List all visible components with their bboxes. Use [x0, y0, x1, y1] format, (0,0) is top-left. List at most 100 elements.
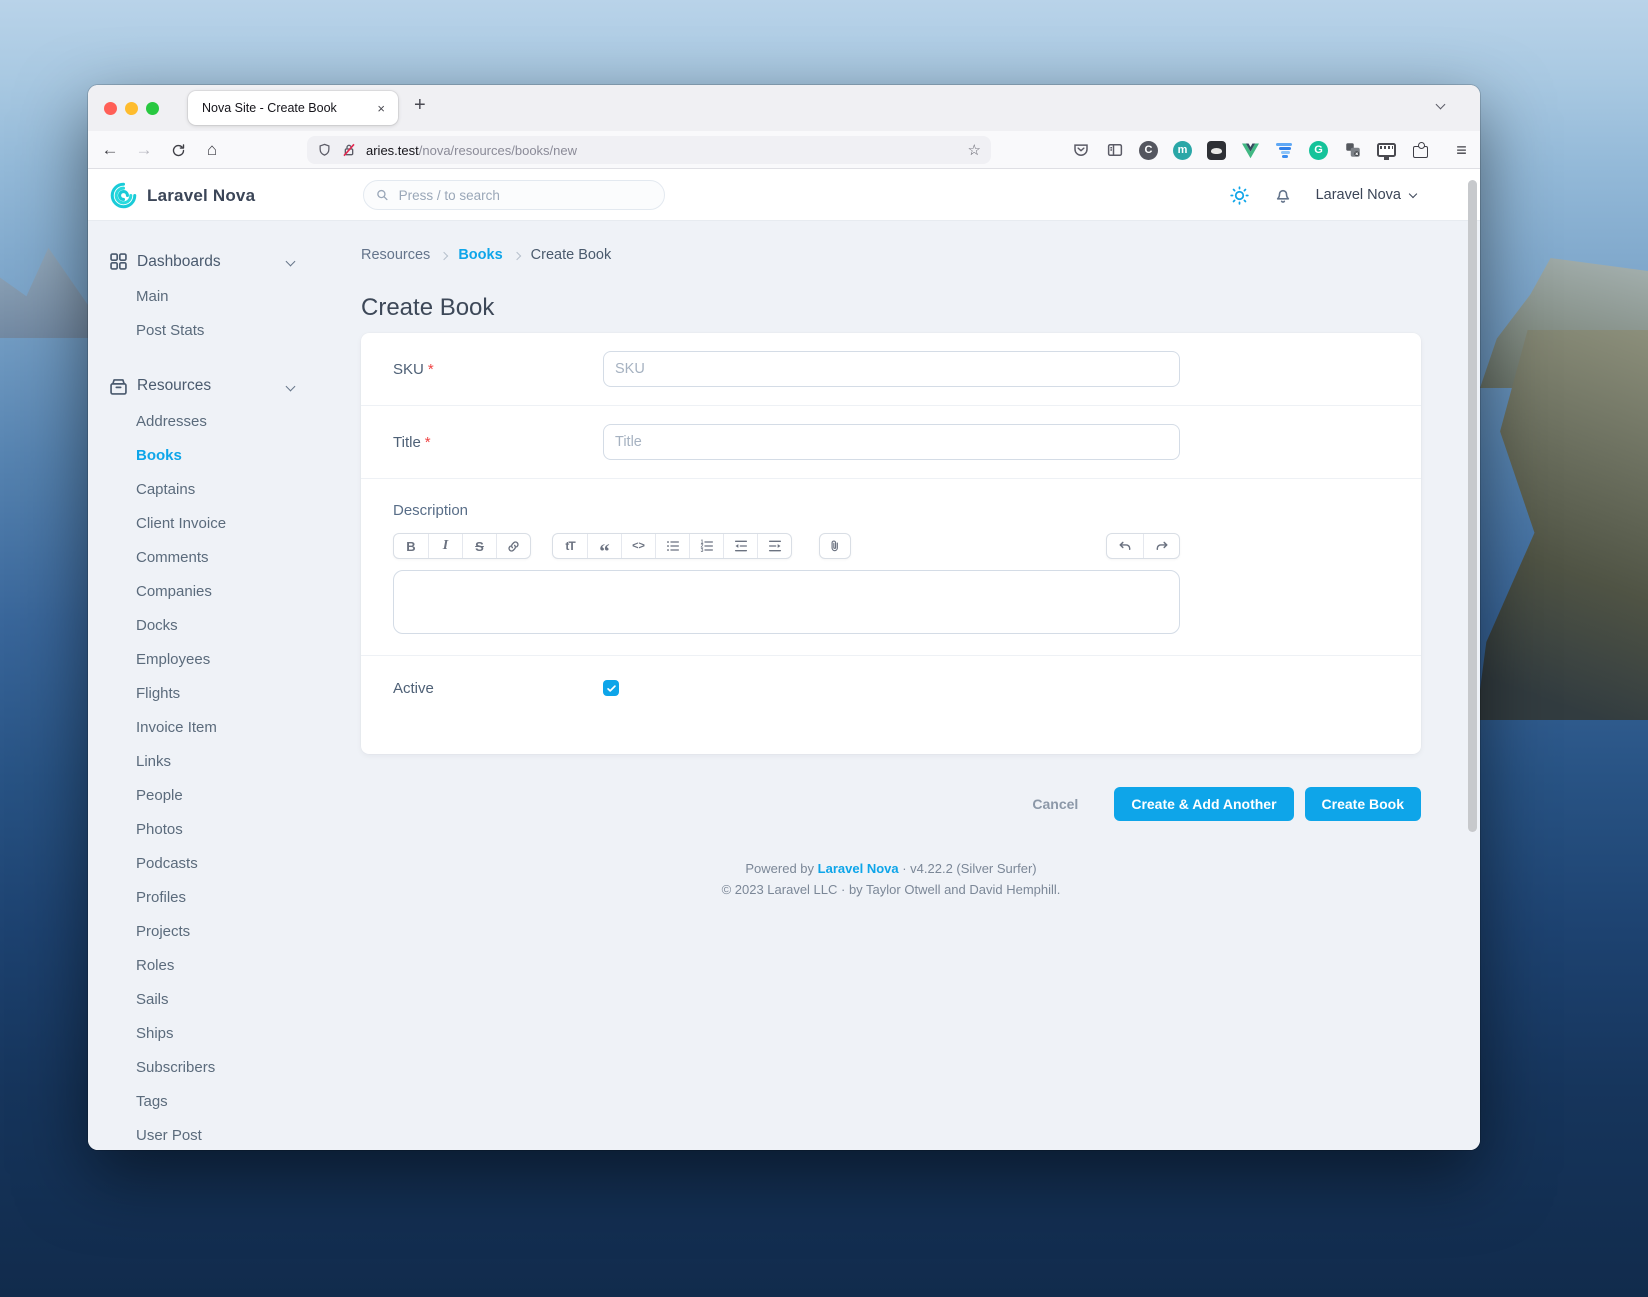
- cancel-button[interactable]: Cancel: [1032, 796, 1078, 812]
- strikethrough-button[interactable]: S: [462, 534, 496, 558]
- sku-input[interactable]: [603, 351, 1180, 387]
- app-menu-icon[interactable]: ≡: [1451, 140, 1472, 161]
- create-book-button[interactable]: Create Book: [1304, 787, 1421, 821]
- active-checkbox[interactable]: [603, 680, 619, 696]
- sidebar-item[interactable]: Client Invoice: [136, 514, 330, 535]
- sidebar-item[interactable]: Tags: [136, 1092, 330, 1113]
- url-text: aries.test/nova/resources/books/new: [366, 143, 577, 158]
- sidebar-item[interactable]: Photos: [136, 820, 330, 841]
- sidebar-item[interactable]: Subscribers: [136, 1058, 330, 1079]
- sidebar-item[interactable]: Flights: [136, 684, 330, 705]
- sidebar-view-icon[interactable]: [1104, 140, 1125, 161]
- sidebar-item[interactable]: Books: [136, 446, 330, 467]
- breadcrumb-books[interactable]: Books: [458, 247, 502, 263]
- italic-button[interactable]: I: [428, 534, 462, 558]
- create-add-another-button[interactable]: Create & Add Another: [1114, 787, 1294, 821]
- minimize-window-button[interactable]: [125, 102, 138, 115]
- back-button[interactable]: ←: [96, 131, 124, 169]
- blocks-extension-icon[interactable]: [1342, 140, 1363, 161]
- search-icon: [377, 189, 388, 201]
- vue-devtools-icon[interactable]: [1240, 140, 1261, 161]
- window-controls: [104, 102, 159, 115]
- redo-button[interactable]: [1143, 534, 1179, 558]
- check-icon: [606, 684, 616, 692]
- sidebar-item[interactable]: Employees: [136, 650, 330, 671]
- sidebar-header-resources[interactable]: Resources: [108, 376, 330, 397]
- link-button[interactable]: [496, 534, 530, 558]
- page-scrollbar[interactable]: [1468, 180, 1477, 832]
- tab-title: Nova Site - Create Book: [202, 101, 337, 115]
- zoom-window-button[interactable]: [146, 102, 159, 115]
- description-editor[interactable]: [393, 570, 1180, 634]
- grammarly-icon[interactable]: G: [1308, 140, 1329, 161]
- sidebar-item[interactable]: Post Stats: [136, 321, 330, 342]
- sidebar: Dashboards Main Post Stats Resources Add…: [88, 221, 330, 1150]
- user-menu[interactable]: Laravel Nova: [1316, 187, 1418, 203]
- sidebar-item[interactable]: Main: [136, 287, 330, 308]
- code-button[interactable]: <>: [621, 534, 655, 558]
- undo-button[interactable]: [1107, 534, 1143, 558]
- heading-button[interactable]: tT: [553, 534, 587, 558]
- editor-toolbar: B I S tT “ <> 1 2 3: [393, 533, 1180, 559]
- main-content: Resources Books Create Book Create Book …: [330, 221, 1480, 1150]
- extension-icons: C m G ≡: [1070, 131, 1472, 169]
- address-bar[interactable]: aries.test/nova/resources/books/new ☆: [307, 136, 991, 164]
- sidebar-item[interactable]: Podcasts: [136, 854, 330, 875]
- blue-bars-extension-icon[interactable]: [1274, 140, 1295, 161]
- close-tab-icon[interactable]: ×: [373, 99, 389, 118]
- search-input[interactable]: [398, 187, 653, 203]
- attach-file-button[interactable]: [820, 534, 850, 558]
- bullet-list-button[interactable]: [655, 534, 689, 558]
- sidebar-item[interactable]: People: [136, 786, 330, 807]
- pocket-icon[interactable]: [1070, 140, 1091, 161]
- sidebar-item[interactable]: Invoice Item: [136, 718, 330, 739]
- indent-button[interactable]: [757, 534, 791, 558]
- nova-brand[interactable]: Laravel Nova: [110, 182, 255, 209]
- ordered-list-button[interactable]: 1 2 3: [689, 534, 723, 558]
- sidebar-item[interactable]: Roles: [136, 956, 330, 977]
- sidebar-item[interactable]: Companies: [136, 582, 330, 603]
- form-actions: Cancel Create & Add Another Create Book: [361, 787, 1421, 821]
- title-input[interactable]: [603, 424, 1180, 460]
- chevron-right-icon: [440, 251, 449, 260]
- breadcrumb-resources[interactable]: Resources: [361, 247, 430, 263]
- close-window-button[interactable]: [104, 102, 117, 115]
- sidebar-item[interactable]: Sails: [136, 990, 330, 1011]
- browser-tab[interactable]: Nova Site - Create Book ×: [188, 91, 398, 125]
- sidebar-item[interactable]: Ships: [136, 1024, 330, 1045]
- sidebar-item[interactable]: Profiles: [136, 888, 330, 909]
- new-tab-button[interactable]: +: [414, 94, 426, 117]
- sidebar-item[interactable]: Projects: [136, 922, 330, 943]
- page-footer: Powered by Laravel Nova · v4.22.2 (Silve…: [361, 858, 1421, 900]
- dark-extension-icon[interactable]: [1206, 140, 1227, 161]
- sidebar-header-dashboards[interactable]: Dashboards: [108, 251, 330, 272]
- wallpaper-cliff: [0, 247, 88, 338]
- list-tabs-icon[interactable]: [1435, 99, 1446, 110]
- sidebar-item[interactable]: Addresses: [136, 412, 330, 433]
- sidebar-section-label: Resources: [137, 377, 212, 394]
- required-asterisk: *: [427, 360, 434, 378]
- sidebar-item[interactable]: Links: [136, 752, 330, 773]
- footer-brand-link[interactable]: Laravel Nova: [818, 861, 899, 876]
- colorzilla-icon[interactable]: C: [1138, 140, 1159, 161]
- reload-icon[interactable]: [164, 131, 192, 169]
- bold-button[interactable]: B: [394, 534, 428, 558]
- mastodon-icon[interactable]: m: [1172, 140, 1193, 161]
- sidebar-item[interactable]: Captains: [136, 480, 330, 501]
- insecure-lock-icon[interactable]: [341, 142, 357, 158]
- quote-button[interactable]: “: [587, 534, 621, 558]
- footer-powered-line: Powered by Laravel Nova · v4.22.2 (Silve…: [745, 861, 1037, 876]
- extensions-puzzle-icon[interactable]: [1410, 140, 1431, 161]
- tracking-shield-icon[interactable]: [317, 142, 332, 158]
- home-button[interactable]: ⌂: [198, 131, 226, 169]
- theme-toggle-sun-icon[interactable]: [1229, 185, 1250, 206]
- sidebar-item[interactable]: Docks: [136, 616, 330, 637]
- forward-button[interactable]: →: [130, 131, 158, 169]
- global-search[interactable]: [363, 180, 665, 210]
- outdent-button[interactable]: [723, 534, 757, 558]
- sidebar-item[interactable]: User Post: [136, 1126, 330, 1147]
- screenshot-monitor-icon[interactable]: [1376, 140, 1397, 161]
- notifications-bell-icon[interactable]: [1273, 185, 1293, 206]
- bookmark-star-icon[interactable]: ☆: [968, 141, 981, 159]
- sidebar-item[interactable]: Comments: [136, 548, 330, 569]
